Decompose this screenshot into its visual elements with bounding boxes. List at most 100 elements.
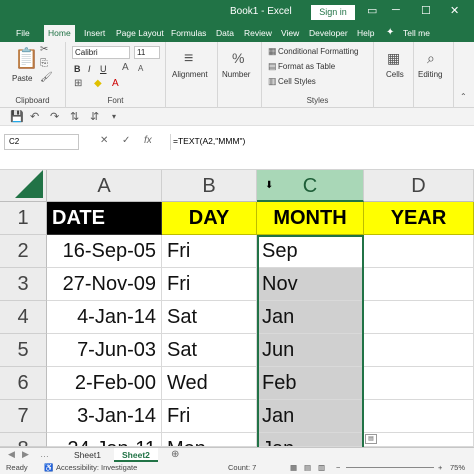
sheet-nav-next-icon[interactable]: ▶	[22, 449, 29, 460]
zoom-in-icon[interactable]: +	[438, 463, 442, 472]
tab-home[interactable]: Home	[44, 25, 75, 42]
cell-b5[interactable]: Sat	[162, 334, 257, 367]
tab-formulas[interactable]: Formulas	[171, 28, 206, 38]
view-page-layout-icon[interactable]: ▤	[304, 463, 311, 472]
cell-d6[interactable]	[364, 367, 474, 400]
search-icon[interactable]: ⌕	[427, 50, 435, 67]
cells-icon[interactable]: ▦	[387, 50, 400, 67]
sheet-nav-prev-icon[interactable]: ◀	[8, 449, 15, 460]
cell-d7[interactable]	[364, 400, 474, 433]
borders-icon[interactable]: ⊞	[74, 78, 82, 89]
column-header-a[interactable]: A	[47, 170, 162, 202]
font-name-select[interactable]: Calibri	[72, 46, 130, 59]
view-normal-icon[interactable]: ▦	[290, 463, 297, 472]
cell-a1[interactable]: DATE	[47, 202, 162, 235]
zoom-level[interactable]: 75%	[450, 463, 465, 472]
maximize-icon[interactable]: ☐	[421, 4, 431, 17]
column-header-d[interactable]: D	[364, 170, 474, 202]
tab-developer[interactable]: Developer	[309, 28, 348, 38]
cell-b8[interactable]: Mon	[162, 433, 257, 447]
row-header-7[interactable]: 7	[0, 400, 47, 433]
undo-icon[interactable]: ↶	[30, 110, 39, 123]
fill-color-icon[interactable]: ◆	[94, 78, 102, 89]
save-icon[interactable]: 💾	[10, 110, 24, 123]
tab-data[interactable]: Data	[216, 28, 234, 38]
cell-c3[interactable]: Nov	[257, 268, 364, 301]
close-icon[interactable]: ✕	[450, 4, 459, 17]
cell-a6[interactable]: 2-Feb-00	[47, 367, 162, 400]
bold-button[interactable]: B	[74, 64, 81, 74]
copy-icon[interactable]: ⎘	[40, 58, 48, 69]
number-button[interactable]: Number	[222, 70, 250, 79]
format-painter-icon[interactable]: 🖌	[40, 72, 53, 83]
formula-input[interactable]: =TEXT(A2,"MMM")	[170, 134, 472, 150]
add-sheet-icon[interactable]: ⊕	[171, 449, 179, 460]
sign-in-button[interactable]: Sign in	[311, 5, 355, 20]
cell-b6[interactable]: Wed	[162, 367, 257, 400]
sheet-tab-sheet1[interactable]: Sheet1	[66, 448, 109, 462]
conditional-formatting-icon[interactable]: ▦	[268, 46, 277, 57]
row-header-5[interactable]: 5	[0, 334, 47, 367]
cell-d2[interactable]	[364, 235, 474, 268]
tell-me-search[interactable]: Tell me	[403, 28, 430, 38]
enter-icon[interactable]: ✓	[122, 135, 130, 146]
number-format-icon[interactable]: %	[232, 50, 244, 66]
cut-icon[interactable]: ✂	[40, 44, 48, 55]
zoom-out-icon[interactable]: −	[336, 463, 340, 472]
sheet-nav-more-icon[interactable]: …	[40, 449, 49, 459]
conditional-formatting-button[interactable]: Conditional Formatting	[278, 47, 358, 56]
cell-d8[interactable]	[364, 433, 474, 447]
format-as-table-button[interactable]: Format as Table	[278, 62, 335, 71]
cell-b7[interactable]: Fri	[162, 400, 257, 433]
cell-a8[interactable]: 24-Jan-11	[47, 433, 162, 447]
alignment-button[interactable]: Alignment	[172, 70, 208, 79]
cell-c7[interactable]: Jan	[257, 400, 364, 433]
insert-function-icon[interactable]: fx	[144, 135, 152, 146]
cell-a4[interactable]: 4-Jan-14	[47, 301, 162, 334]
alignment-icon[interactable]: ≡	[184, 50, 193, 68]
accessibility-status[interactable]: Accessibility: Investigate	[56, 463, 137, 472]
cell-styles-button[interactable]: Cell Styles	[278, 77, 316, 86]
select-all-corner[interactable]	[0, 170, 47, 202]
cell-c8[interactable]: Jan	[257, 433, 364, 447]
font-grow-icon[interactable]: A	[122, 62, 129, 73]
cell-b3[interactable]: Fri	[162, 268, 257, 301]
cell-a5[interactable]: 7-Jun-03	[47, 334, 162, 367]
customize-toolbar-icon[interactable]: ▾	[112, 112, 116, 121]
cell-a7[interactable]: 3-Jan-14	[47, 400, 162, 433]
cell-b2[interactable]: Fri	[162, 235, 257, 268]
cell-d4[interactable]	[364, 301, 474, 334]
paste-button[interactable]: Paste	[12, 74, 32, 83]
row-header-4[interactable]: 4	[0, 301, 47, 334]
row-header-6[interactable]: 6	[0, 367, 47, 400]
editing-button[interactable]: Editing	[418, 70, 442, 79]
cell-c6[interactable]: Feb	[257, 367, 364, 400]
sheet-tab-sheet2[interactable]: Sheet2	[114, 448, 158, 462]
cancel-icon[interactable]: ✕	[100, 135, 108, 146]
name-box[interactable]: C2	[4, 134, 79, 150]
cell-a2[interactable]: 16-Sep-05	[47, 235, 162, 268]
row-header-1[interactable]: 1	[0, 202, 47, 235]
row-header-8[interactable]: 8	[0, 433, 47, 447]
redo-icon[interactable]: ↷	[50, 110, 59, 123]
row-header-3[interactable]: 3	[0, 268, 47, 301]
sort-ascending-icon[interactable]: ⇅	[70, 110, 79, 123]
tab-review[interactable]: Review	[244, 28, 272, 38]
sort-descending-icon[interactable]: ⇵	[90, 110, 99, 123]
cell-c2[interactable]: Sep	[257, 235, 364, 268]
cell-c4[interactable]: Jan	[257, 301, 364, 334]
restore-icon[interactable]: ▭	[367, 4, 377, 17]
format-table-icon[interactable]: ▤	[268, 61, 277, 72]
minimize-icon[interactable]: ─	[392, 4, 400, 16]
row-header-2[interactable]: 2	[0, 235, 47, 268]
underline-button[interactable]: U	[100, 64, 107, 74]
cell-d5[interactable]	[364, 334, 474, 367]
cell-d3[interactable]	[364, 268, 474, 301]
font-color-icon[interactable]: A	[112, 78, 119, 89]
paste-icon[interactable]: 📋	[14, 46, 39, 71]
cell-b4[interactable]: Sat	[162, 301, 257, 334]
cell-c1[interactable]: MONTH	[257, 202, 364, 235]
cell-styles-icon[interactable]: ▥	[268, 76, 277, 87]
cell-b1[interactable]: DAY	[162, 202, 257, 235]
collapse-ribbon-icon[interactable]: ⌃	[460, 92, 467, 101]
